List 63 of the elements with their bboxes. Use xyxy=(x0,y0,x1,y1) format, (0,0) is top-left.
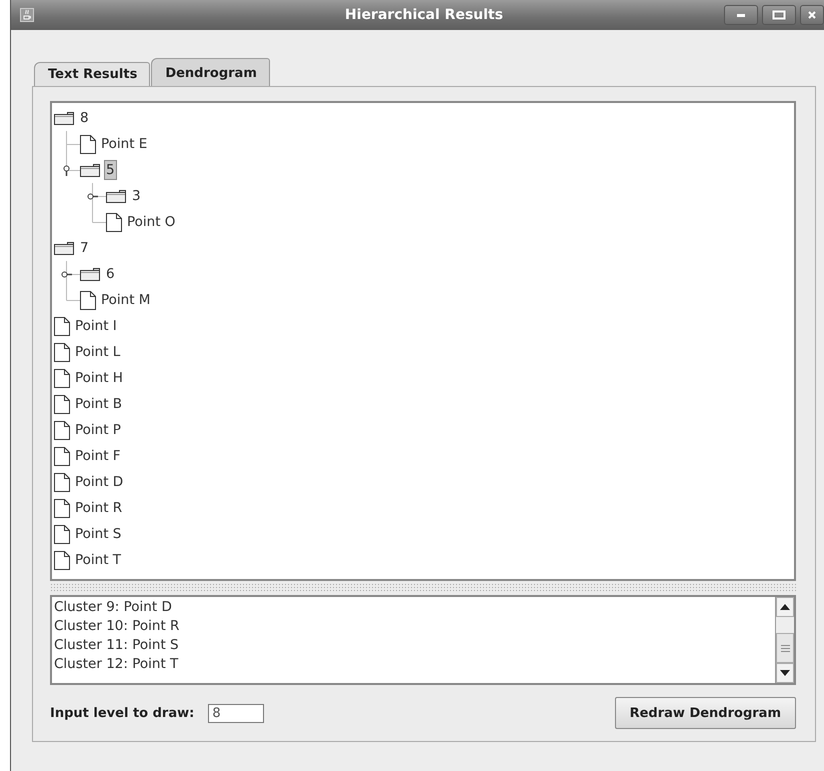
close-button[interactable] xyxy=(800,5,824,25)
collapsed-handle-icon[interactable] xyxy=(61,268,72,280)
tab[interactable]: Dendrogram xyxy=(151,58,270,86)
document-icon xyxy=(54,394,70,414)
point-node[interactable]: Point S xyxy=(73,524,124,544)
folder-icon xyxy=(54,110,75,126)
document-icon xyxy=(54,498,70,518)
folder-icon xyxy=(54,240,75,256)
point-node[interactable]: Point R xyxy=(73,498,124,518)
point-node[interactable]: Point B xyxy=(73,394,124,414)
text-line: Cluster 12: Point T xyxy=(54,655,180,674)
point-node[interactable]: Point E xyxy=(99,134,150,154)
results-text-area[interactable]: Cluster 9: Point D Cluster 10: Point R Cluster 11: Point S Cluster 12: Point T xyxy=(50,595,796,686)
document-icon xyxy=(54,368,70,388)
document-icon xyxy=(54,342,70,362)
document-icon xyxy=(106,212,122,232)
point-node[interactable]: Point I xyxy=(73,316,119,336)
point-node[interactable]: Point D xyxy=(73,472,126,492)
level-label: Input level to draw: xyxy=(50,706,194,721)
document-icon xyxy=(80,134,96,154)
maximize-button[interactable] xyxy=(762,5,796,25)
document-icon xyxy=(54,524,70,544)
document-icon xyxy=(54,472,70,492)
scrollbar[interactable] xyxy=(775,597,794,684)
folder-icon xyxy=(80,266,101,282)
point-node[interactable]: Point F xyxy=(73,446,123,466)
cluster-node[interactable]: 7 xyxy=(78,238,91,258)
grip-icon xyxy=(780,644,790,652)
text-line: Cluster 9: Point D xyxy=(54,598,173,618)
folder-icon xyxy=(106,188,127,204)
point-node[interactable]: Point P xyxy=(73,420,123,440)
scroll-thumb[interactable] xyxy=(776,633,794,664)
point-node[interactable]: Point T xyxy=(73,550,124,570)
folder-icon xyxy=(80,162,101,178)
cluster-node[interactable]: 6 xyxy=(104,264,117,284)
down-arrow-icon xyxy=(780,670,790,676)
redraw-button[interactable]: Redraw Dendrogram xyxy=(614,697,796,730)
scroll-up-button[interactable] xyxy=(776,597,794,618)
maximize-icon xyxy=(772,10,786,20)
close-icon xyxy=(806,10,818,20)
collapsed-handle-icon[interactable] xyxy=(87,190,98,202)
point-node[interactable]: Point L xyxy=(73,342,122,362)
scroll-down-button[interactable] xyxy=(776,663,794,684)
cluster-node[interactable]: 3 xyxy=(130,186,143,206)
point-node[interactable]: Point H xyxy=(73,368,125,388)
text-line: Cluster 10: Point R xyxy=(54,617,180,636)
expanded-handle-icon[interactable] xyxy=(61,164,72,176)
text-line: Cluster 11: Point S xyxy=(54,636,180,656)
document-icon xyxy=(80,290,96,310)
cluster-node[interactable]: 5 xyxy=(104,160,117,180)
document-icon xyxy=(54,316,70,336)
tab[interactable]: Text Results xyxy=(34,62,150,86)
point-node[interactable]: Point O xyxy=(125,212,178,232)
point-node[interactable]: Point M xyxy=(99,290,152,310)
window-title: Hierarchical Results xyxy=(344,7,504,23)
up-arrow-icon xyxy=(780,604,790,610)
document-icon xyxy=(54,446,70,466)
level-input-field[interactable]: 8 xyxy=(208,704,264,723)
cup-icon xyxy=(20,8,34,22)
minimize-button[interactable] xyxy=(724,5,758,25)
document-icon xyxy=(54,550,70,570)
cluster-node[interactable]: 8 xyxy=(78,108,91,128)
document-icon xyxy=(54,420,70,440)
